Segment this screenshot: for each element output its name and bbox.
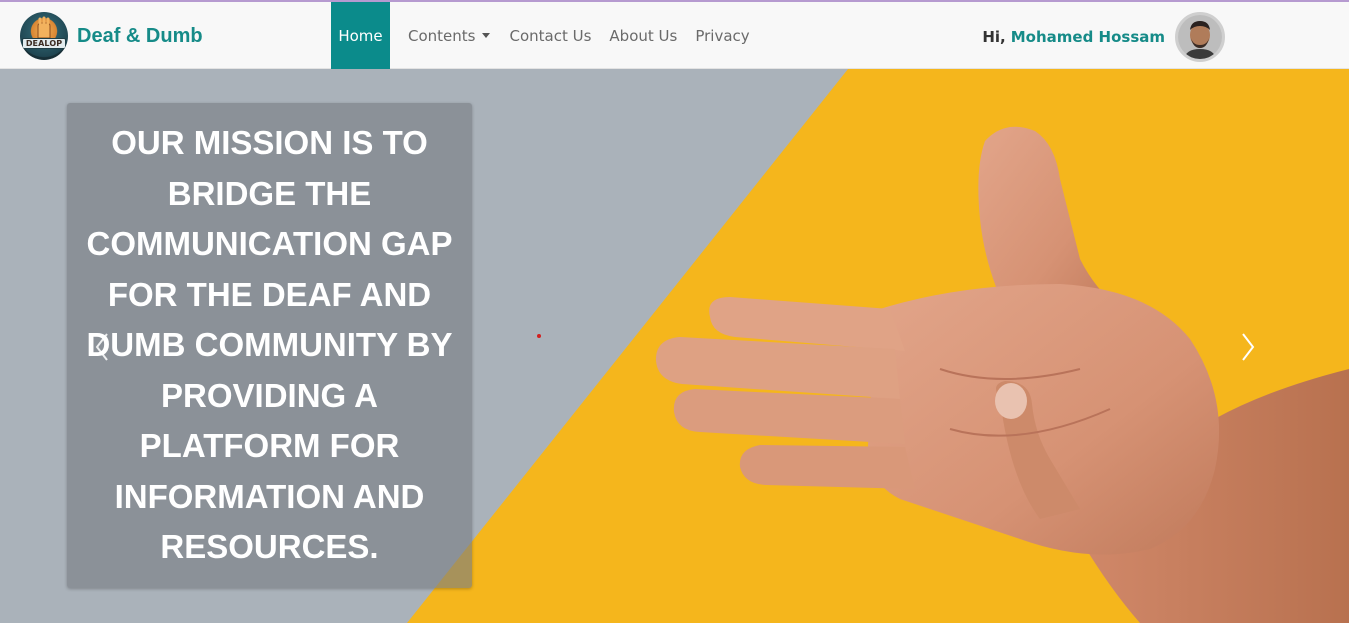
nav-item-home[interactable]: Home bbox=[331, 2, 390, 69]
nav-item-contents[interactable]: Contents bbox=[390, 2, 500, 69]
brand-link[interactable]: DEALOP Deaf & Dumb bbox=[20, 12, 203, 60]
mission-text: OUR MISSION IS TO BRIDGE THE COMMUNICATI… bbox=[86, 124, 453, 566]
chevron-right-icon bbox=[1242, 333, 1255, 361]
caret-down-icon bbox=[482, 33, 491, 38]
carousel-next-button[interactable] bbox=[1230, 327, 1266, 367]
hero-carousel: OUR MISSION IS TO BRIDGE THE COMMUNICATI… bbox=[0, 69, 1349, 623]
nav-item-about-us[interactable]: About Us bbox=[600, 2, 686, 69]
carousel-prev-button[interactable] bbox=[84, 327, 120, 367]
chevron-left-icon bbox=[95, 333, 108, 361]
mission-caption: OUR MISSION IS TO BRIDGE THE COMMUNICATI… bbox=[67, 103, 472, 588]
brand-logo: DEALOP bbox=[20, 12, 68, 60]
avatar[interactable] bbox=[1175, 12, 1225, 62]
user-name: Mohamed Hossam bbox=[1010, 28, 1165, 46]
nav-item-contents-label: Contents bbox=[408, 26, 476, 45]
user-menu[interactable]: Hi, Mohamed Hossam bbox=[982, 12, 1225, 62]
brand-name: Deaf & Dumb bbox=[77, 24, 203, 47]
nav-item-privacy[interactable]: Privacy bbox=[686, 2, 758, 69]
main-nav: Home Contents Contact Us About Us Privac… bbox=[331, 2, 759, 69]
nav-item-contact-us[interactable]: Contact Us bbox=[500, 2, 600, 69]
navbar: DEALOP Deaf & Dumb Home Contents Contact… bbox=[0, 0, 1349, 69]
user-greeting: Hi, bbox=[982, 28, 1006, 46]
cursor-dot bbox=[537, 334, 541, 338]
brand-logo-text: DEALOP bbox=[22, 38, 66, 49]
